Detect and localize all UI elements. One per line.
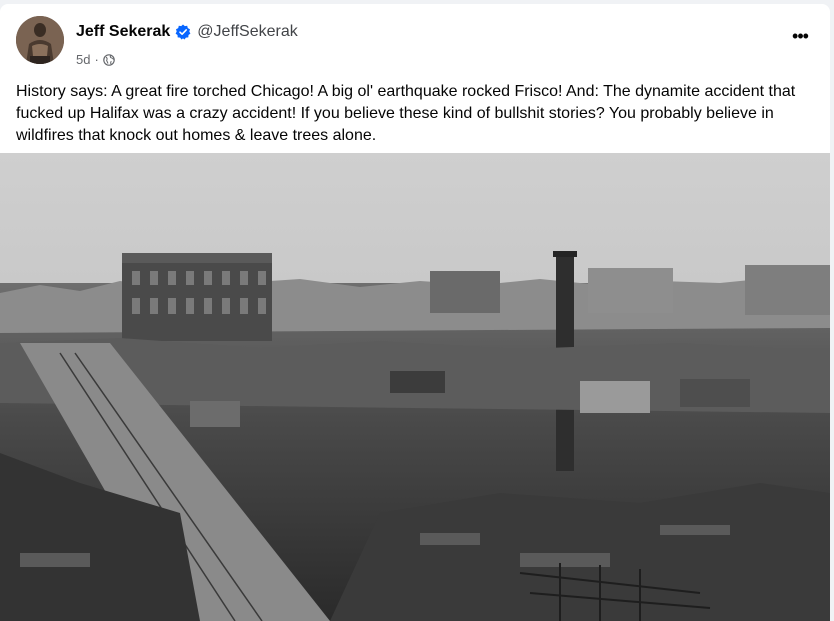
verified-badge-icon [175,24,191,40]
post-photo[interactable] [0,153,830,621]
author-name[interactable]: Jeff Sekerak [76,23,170,41]
author-name-row: Jeff Sekerak @JeffSekerak [76,23,298,41]
ruined-city-photo-icon [0,153,830,621]
post-meta: 5d · [76,52,115,67]
more-options-icon[interactable]: ••• [786,26,814,46]
post-timestamp[interactable]: 5d [76,52,90,67]
avatar-photo-icon [16,16,64,64]
author-avatar[interactable] [16,16,64,64]
author-handle[interactable]: @JeffSekerak [197,23,297,41]
post-header: Jeff Sekerak @JeffSekerak 5d · ••• [16,16,818,68]
meta-separator: · [94,52,99,67]
globe-icon[interactable] [103,53,115,66]
post-card: Jeff Sekerak @JeffSekerak 5d · ••• Histo… [0,4,830,621]
post-text: History says: A great fire torched Chica… [16,83,796,144]
